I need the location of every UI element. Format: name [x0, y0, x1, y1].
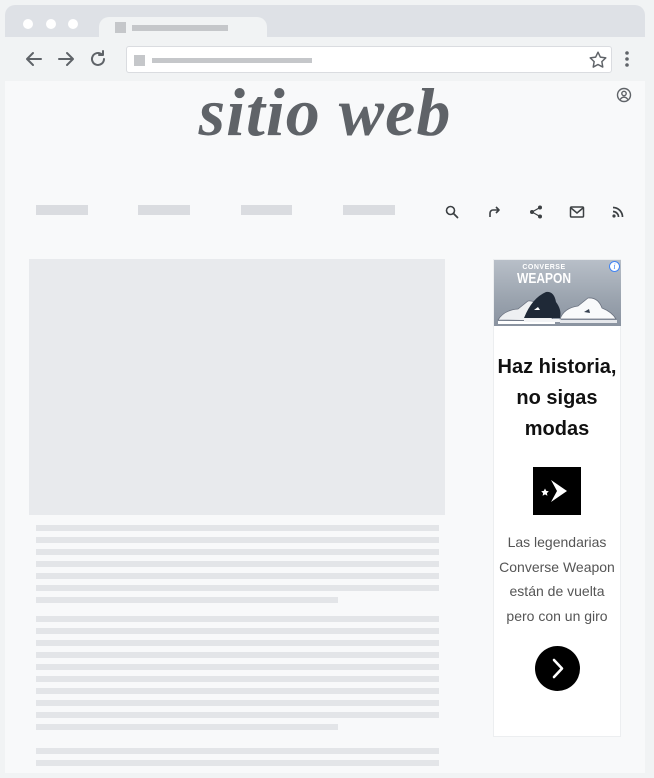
- share-icon[interactable]: [528, 204, 544, 220]
- text-line-placeholder: [36, 561, 439, 567]
- text-line-placeholder: [36, 525, 439, 531]
- text-line-placeholder: [36, 537, 439, 543]
- browser-tab[interactable]: [99, 17, 267, 39]
- window-close-dot[interactable]: [23, 19, 33, 29]
- text-line-placeholder: [36, 573, 439, 579]
- text-line-placeholder: [36, 640, 439, 646]
- text-line-placeholder: [36, 700, 439, 706]
- tab-strip: [5, 5, 645, 39]
- text-line-placeholder: [36, 549, 439, 555]
- nav-item-placeholder[interactable]: [36, 205, 88, 215]
- search-icon[interactable]: [444, 204, 460, 220]
- text-line-placeholder: [36, 616, 439, 622]
- browser-window: sitio web CONVERSE WEAPON i Haz historia…: [5, 5, 645, 773]
- text-line-placeholder: [36, 748, 439, 754]
- nav-item-placeholder[interactable]: [241, 205, 292, 215]
- text-line-placeholder: [36, 676, 439, 682]
- ad-body-text: Las legendarias Converse Weapon están de…: [499, 534, 615, 624]
- nav-item-placeholder[interactable]: [138, 205, 190, 215]
- advertisement[interactable]: CONVERSE WEAPON i Haz historia, no sigas…: [493, 259, 621, 737]
- reload-icon[interactable]: [86, 47, 110, 71]
- window-minimize-dot[interactable]: [46, 19, 56, 29]
- address-bar[interactable]: [126, 46, 612, 73]
- ad-info-icon[interactable]: i: [609, 261, 620, 272]
- sneakers-image: [497, 291, 617, 324]
- nav-item-placeholder[interactable]: [343, 205, 395, 215]
- ad-cta-button[interactable]: [535, 646, 580, 691]
- chevron-right-icon: [552, 658, 564, 679]
- text-line-placeholder: [36, 628, 439, 634]
- text-line-placeholder: [36, 664, 439, 670]
- account-icon[interactable]: [616, 87, 632, 103]
- bookmark-star-icon[interactable]: [587, 49, 609, 71]
- web-page: sitio web CONVERSE WEAPON i Haz historia…: [5, 74, 645, 773]
- ad-headline: Haz historia, no sigas modas: [497, 356, 617, 440]
- text-line-placeholder: [36, 597, 338, 603]
- url-placeholder: [152, 58, 312, 63]
- forward-arrow-icon[interactable]: [54, 47, 78, 71]
- text-line-placeholder: [36, 724, 338, 730]
- tab-title-placeholder: [132, 25, 228, 31]
- text-line-placeholder: [36, 585, 439, 591]
- text-line-placeholder: [36, 712, 439, 718]
- mail-icon[interactable]: [569, 204, 585, 220]
- window-maximize-dot[interactable]: [68, 19, 78, 29]
- back-arrow-icon[interactable]: [22, 47, 46, 71]
- site-title: sitio web: [198, 74, 452, 150]
- hero-image-placeholder: [29, 259, 445, 515]
- converse-logo-icon: [533, 467, 581, 515]
- ad-product-label: WEAPON: [517, 270, 571, 287]
- rss-icon[interactable]: [610, 204, 626, 220]
- kebab-menu-icon[interactable]: [619, 47, 635, 71]
- site-info-placeholder: [134, 55, 145, 66]
- text-line-placeholder: [36, 760, 439, 766]
- text-line-placeholder: [36, 652, 439, 658]
- ad-product-image[interactable]: CONVERSE WEAPON i: [494, 260, 621, 326]
- repost-icon[interactable]: [486, 204, 502, 220]
- text-line-placeholder: [36, 688, 439, 694]
- tab-favicon-placeholder: [115, 22, 126, 33]
